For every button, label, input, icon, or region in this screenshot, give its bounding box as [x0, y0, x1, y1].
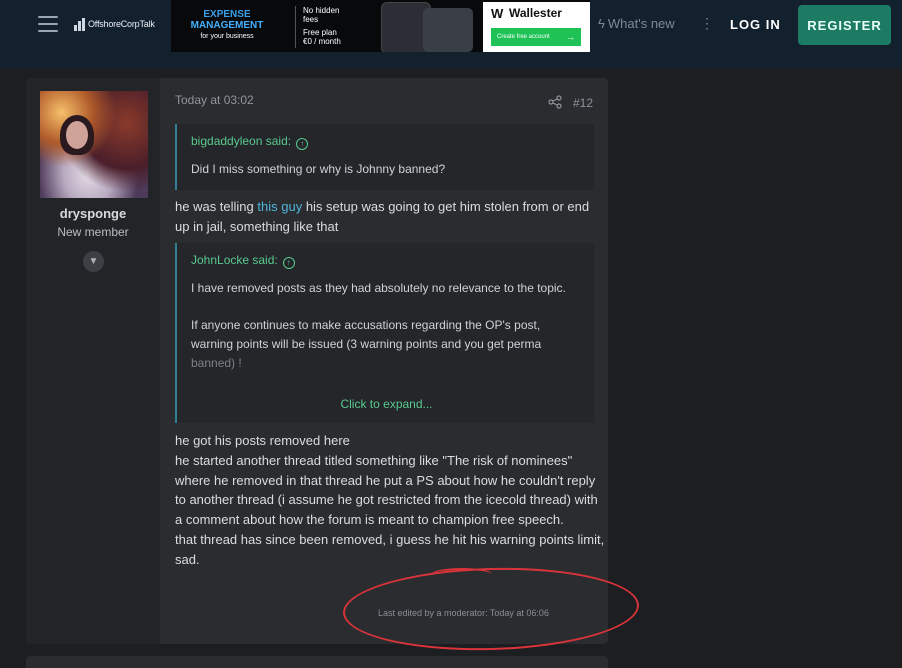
post-paragraph: that thread has since been removed, i gu…	[175, 531, 605, 567]
quote-text: I have removed posts as they had absolut…	[191, 279, 580, 373]
quote-paragraph-text: If anyone continues to make accusations …	[191, 318, 542, 351]
post-paragraph: he started another thread titled somethi…	[175, 452, 598, 528]
quote-author-label: JohnLocke said:	[191, 253, 278, 267]
quote-paragraph-faded: banned) !	[191, 356, 242, 370]
arrow-right-icon: →	[566, 32, 575, 42]
advertisement-banner[interactable]: EXPENSE MANAGEMENT for your business No …	[171, 0, 590, 52]
next-forum-post	[26, 656, 608, 668]
ad-feature-fees: No hidden fees	[303, 6, 339, 24]
ad-brand-panel: W Wallester Create free account →	[483, 2, 590, 52]
post-paragraph: he got his posts removed here	[175, 433, 350, 448]
menu-icon[interactable]	[38, 16, 58, 34]
quote-author[interactable]: JohnLocke said: ↑	[191, 253, 580, 269]
arrow-up-circle-icon[interactable]: ↑	[282, 257, 295, 269]
post-number[interactable]: #12	[573, 96, 593, 110]
ad-headline-line1: EXPENSE	[203, 9, 251, 20]
wallester-logo-icon: W	[491, 6, 504, 21]
logo-mark-icon	[74, 17, 85, 31]
arrow-up-circle-icon[interactable]: ↑	[296, 138, 309, 150]
site-logo[interactable]: OffshoreCorpTalk	[74, 15, 160, 33]
more-vertical-icon[interactable]: ⋮	[700, 15, 714, 32]
ad-brand-name: Wallester	[509, 6, 562, 20]
top-navigation-bar: OffshoreCorpTalk EXPENSE MANAGEMENT for …	[0, 0, 902, 68]
quote-paragraph: If anyone continues to make accusations …	[191, 316, 580, 373]
bolt-icon: ϟ	[598, 16, 605, 31]
ad-feature-plan-line1: Free plan	[303, 28, 337, 37]
post-date[interactable]: Today at 03:02	[175, 93, 254, 107]
username[interactable]: drysponge	[26, 206, 160, 221]
ad-feature-fees-line2: fees	[303, 15, 319, 24]
avatar-face	[66, 121, 88, 149]
ad-feature-plan: Free plan €0 / month	[303, 28, 341, 46]
reply-text: he was telling this guy his setup was go…	[175, 197, 605, 237]
post-user-panel: drysponge New member ▼	[26, 78, 160, 644]
ad-cta-button[interactable]: Create free account →	[491, 28, 581, 46]
register-button[interactable]: REGISTER	[798, 5, 891, 45]
ad-cta-label: Create free account	[497, 34, 550, 40]
ad-card-image	[423, 8, 473, 52]
post-body: he got his posts removed here he started…	[175, 431, 605, 570]
ad-headline: EXPENSE MANAGEMENT for your business	[181, 9, 273, 42]
user-title: New member	[57, 225, 129, 239]
quote-text: Did I miss something or why is Johnny ba…	[191, 162, 446, 176]
this-guy-link[interactable]: this guy	[257, 199, 302, 214]
login-button[interactable]: LOG IN	[730, 17, 781, 32]
quote-block-expandable: JohnLocke said: ↑ I have removed posts as…	[175, 243, 594, 423]
chevron-down-icon[interactable]: ▼	[83, 251, 104, 272]
logo-text: OffshoreCorpTalk	[88, 19, 155, 29]
ad-feature-plan-line2: €0 / month	[303, 37, 341, 46]
avatar[interactable]	[40, 91, 148, 198]
quote-author-label: bigdaddyleon said:	[191, 134, 292, 148]
post-content: Today at 03:02 #12 bigdaddyleon said: ↑ D…	[160, 78, 608, 644]
ad-divider	[295, 6, 296, 48]
quote-block: bigdaddyleon said: ↑ Did I miss something…	[175, 124, 594, 190]
whats-new-label: What's new	[607, 16, 675, 31]
reply-text-start: he was telling	[175, 199, 258, 214]
click-to-expand-link[interactable]: Click to expand...	[177, 397, 596, 411]
share-icon[interactable]	[548, 95, 562, 109]
red-annotation-stroke	[432, 568, 492, 580]
quote-author[interactable]: bigdaddyleon said: ↑	[191, 134, 580, 150]
whats-new-link[interactable]: ϟ What's new	[598, 16, 675, 31]
ad-feature-fees-line1: No hidden	[303, 6, 340, 15]
ad-headline-line3: for your business	[200, 33, 254, 40]
ad-headline-line2: MANAGEMENT	[190, 20, 264, 31]
forum-post: drysponge New member ▼ Today at 03:02 #1…	[26, 78, 608, 644]
quote-paragraph: I have removed posts as they had absolut…	[191, 281, 566, 295]
